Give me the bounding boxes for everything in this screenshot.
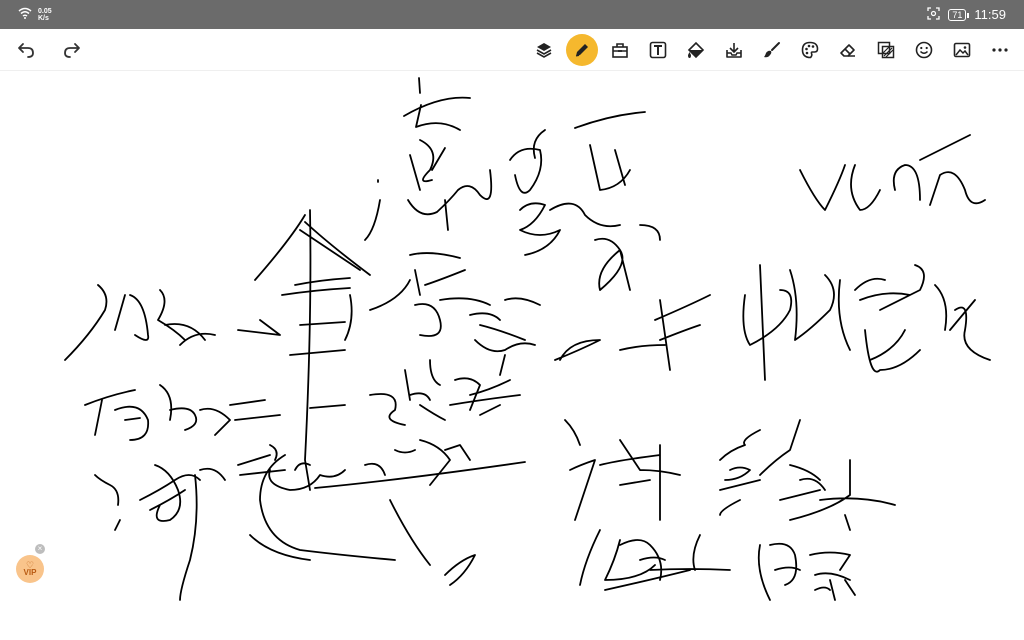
- layers-button[interactable]: [528, 34, 560, 66]
- import-button[interactable]: [718, 34, 750, 66]
- redo-button[interactable]: [56, 34, 88, 66]
- more-button[interactable]: [984, 34, 1016, 66]
- net-speed: 0.05 K/s: [38, 8, 52, 22]
- history-controls: [10, 34, 88, 66]
- palette-button[interactable]: [794, 34, 826, 66]
- undo-button[interactable]: [10, 34, 42, 66]
- eraser-button[interactable]: [832, 34, 864, 66]
- palette-icon: [801, 41, 819, 59]
- emoji-button[interactable]: [908, 34, 940, 66]
- toolbox-icon: [612, 43, 628, 58]
- text-tool-button[interactable]: [642, 34, 674, 66]
- image-icon: [953, 42, 971, 58]
- layer-blend-button[interactable]: [870, 34, 902, 66]
- wifi-icon: [18, 6, 32, 24]
- battery-indicator: 71: [948, 8, 970, 21]
- vip-badge[interactable]: ♡ VIP: [16, 555, 44, 583]
- fill-bucket-icon: [687, 41, 705, 59]
- net-speed-value: 0.05: [38, 7, 52, 15]
- fill-button[interactable]: [680, 34, 712, 66]
- status-right: 71 11:59: [927, 6, 1006, 23]
- more-icon: [992, 48, 1008, 52]
- screenshot-icon: [927, 6, 941, 23]
- vip-close-button[interactable]: ×: [35, 544, 45, 554]
- toolbox-button[interactable]: [604, 34, 636, 66]
- emoji-icon: [915, 41, 933, 59]
- text-icon: [649, 41, 667, 59]
- tool-palette: [528, 34, 1016, 66]
- close-icon: ×: [37, 544, 43, 553]
- eraser-icon: [840, 44, 855, 57]
- redo-icon: [64, 43, 80, 58]
- status-bar: 0.05 K/s 71 11:59: [0, 0, 1024, 29]
- clock: 11:59: [974, 7, 1006, 22]
- layers-icon: [536, 43, 552, 58]
- import-icon: [726, 43, 742, 58]
- pen-button[interactable]: [566, 34, 598, 66]
- handwriting-strokes: [64, 77, 991, 601]
- pen-icon: [575, 44, 588, 57]
- status-left: 0.05 K/s: [18, 6, 52, 24]
- toolbar: [0, 29, 1024, 71]
- image-button[interactable]: [946, 34, 978, 66]
- drawing-canvas[interactable]: [0, 70, 1024, 640]
- net-speed-unit: K/s: [38, 14, 49, 22]
- layer-blend-icon: [877, 41, 895, 59]
- brush-button[interactable]: [756, 34, 788, 66]
- brush-icon: [764, 42, 780, 58]
- vip-label: VIP: [23, 568, 37, 577]
- undo-icon: [18, 43, 34, 58]
